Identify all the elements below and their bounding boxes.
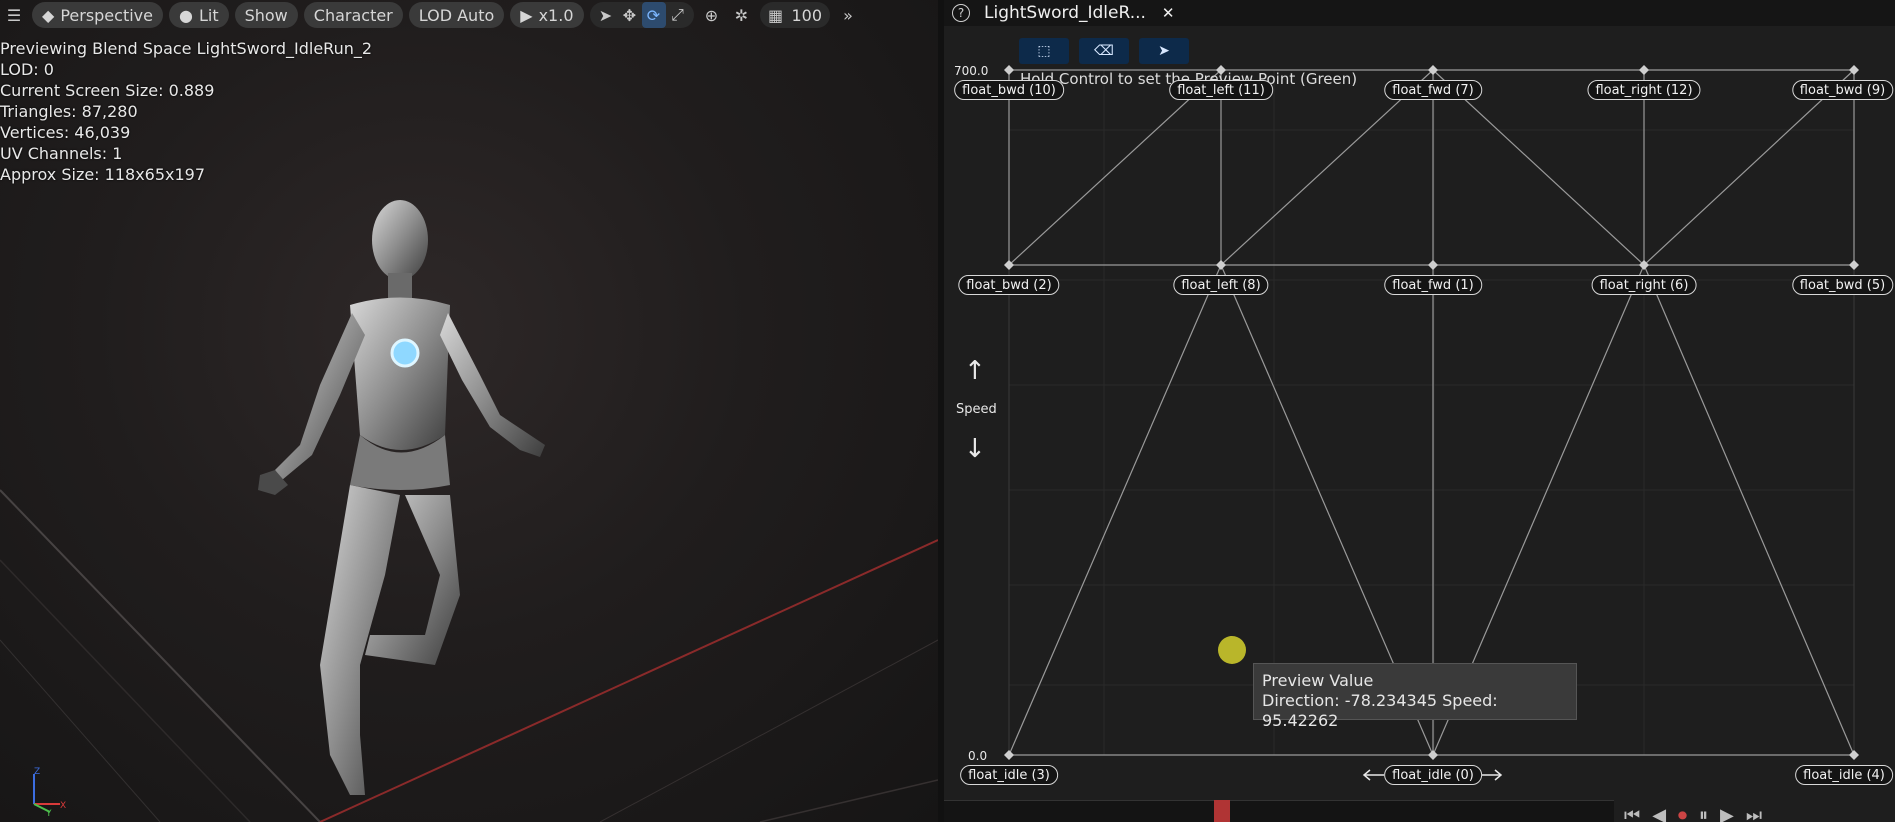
y-axis-max: 700.0 [954,64,989,78]
blendspace-toolbar: ⬚ ⌫ ➤ [1019,38,1189,64]
sample-label[interactable]: float_right (12) [1587,80,1701,100]
stat-line: Triangles: 87,280 [0,102,138,121]
sample-label[interactable]: float_left (8) [1173,275,1269,295]
play-icon: ▶ [520,5,533,25]
expand-toolbar-icon[interactable]: » [836,2,860,28]
eraser-icon[interactable]: ⌫ [1079,38,1129,64]
sample-label[interactable]: float_bwd (9) [1791,80,1894,100]
sample-label[interactable]: float_bwd (5) [1791,275,1894,295]
y-axis-label: Speed [956,402,997,417]
sample-label[interactable]: float_fwd (1) [1384,275,1482,295]
sample-label[interactable]: float_idle (0) [1384,765,1482,785]
axes-gizmo: Z X Y [33,767,66,816]
grid-size-value[interactable]: 100 [788,6,827,25]
stat-line: LOD: 0 [0,60,54,79]
grid-snap: ▦ 100 [759,2,831,28]
preview-viewport[interactable]: ☰ ◆ Perspective ● Lit Show Character LOD… [0,0,938,822]
help-icon[interactable]: ? [952,4,970,22]
tooltip-value: Direction: -78.234345 Speed: 95.42262 [1262,691,1498,730]
transport-controls: ⏮ ◀ ⏺ ⏸ ▶ ⏭ [1624,805,1762,822]
step-forward-icon[interactable]: ▶ [1720,805,1734,822]
blend-space-editor: ? LightSword_IdleR... ✕ ⬚ ⌫ ➤ Hold Contr… [944,0,1895,822]
translate-icon[interactable]: ✥ [618,2,642,28]
tab-blendspace[interactable]: LightSword_IdleR... ✕ [974,0,1185,26]
sphere-icon: ● [178,5,193,25]
grid-icon[interactable]: ▦ [764,2,788,28]
transform-tools: ➤ ✥ ⟳ ⤢ [589,2,694,28]
axis-z-label: Z [34,767,40,777]
timeline-scrubber[interactable] [1214,800,1230,822]
pause-icon[interactable]: ⏸ [1699,805,1708,822]
stat-line: Approx Size: 118x65x197 [0,165,206,184]
tab-title: LightSword_IdleR... [984,3,1146,23]
show-button[interactable]: Show [234,2,298,28]
step-back-icon[interactable]: ◀ [1652,805,1666,822]
select-mode-icon[interactable]: ⬚ [1019,38,1069,64]
stat-line: Vertices: 46,039 [0,123,131,142]
snap-surface-icon[interactable]: ✲ [730,2,754,28]
sample-label[interactable]: float_left (11) [1169,80,1273,100]
viewport-toolbar: ☰ ◆ Perspective ● Lit Show Character LOD… [0,0,938,30]
y-axis-min: 0.0 [968,749,988,763]
tab-bar: ? LightSword_IdleR... ✕ [944,0,1895,26]
coordinate-space-icon[interactable]: ⊕ [700,2,724,28]
perspective-button[interactable]: ◆ Perspective [32,2,163,28]
sample-label[interactable]: float_idle (3) [960,765,1058,785]
axis-x-label: X [60,801,66,811]
sample-label[interactable]: float_right (6) [1591,275,1697,295]
sample-label[interactable]: float_bwd (10) [954,80,1064,100]
close-icon[interactable]: ✕ [1162,4,1175,22]
arrow-up-icon: ↑ [964,356,986,386]
record-icon[interactable]: ⏺ [1678,805,1687,822]
viewport-stats: Previewing Blend Space LightSword_IdleRu… [0,38,372,185]
sample-label[interactable]: float_idle (4) [1795,765,1893,785]
tooltip-title: Preview Value [1262,671,1374,690]
lod-button[interactable]: LOD Auto [408,2,505,28]
timeline-track[interactable] [944,800,1614,822]
skip-start-icon[interactable]: ⏮ [1624,805,1640,822]
arrow-down-icon: ↓ [964,434,986,464]
skip-end-icon[interactable]: ⏭ [1746,805,1762,822]
stat-line: UV Channels: 1 [0,144,123,163]
scale-icon[interactable]: ⤢ [666,2,690,28]
sample-label[interactable]: float_fwd (7) [1384,80,1482,100]
cube-icon: ◆ [42,5,55,25]
sample-label[interactable]: float_bwd (2) [958,275,1060,295]
stat-line: Current Screen Size: 0.889 [0,81,215,100]
character-button[interactable]: Character [303,2,403,28]
stat-line: Previewing Blend Space LightSword_IdleRu… [0,39,373,58]
hamburger-menu-icon[interactable]: ☰ [2,2,26,28]
axis-y-label: Y [45,809,52,816]
rotate-icon[interactable]: ⟳ [641,2,666,28]
play-speed-button[interactable]: ▶ x1.0 [510,2,584,28]
select-icon[interactable]: ➤ [594,2,618,28]
lit-button[interactable]: ● Lit [168,2,229,28]
character-mesh[interactable] [200,195,600,805]
preview-point[interactable] [1218,636,1246,664]
preview-cursor-icon[interactable]: ➤ [1139,38,1189,64]
preview-tooltip: Preview Value Direction: -78.234345 Spee… [1253,663,1577,730]
